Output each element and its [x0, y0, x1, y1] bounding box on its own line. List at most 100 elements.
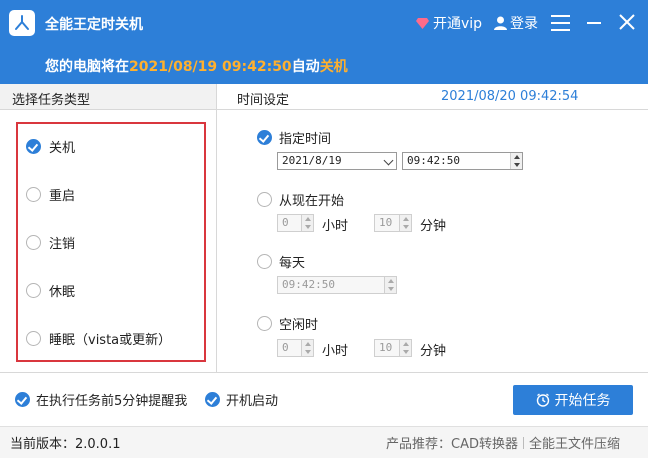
option-label: 从现在开始 [279, 194, 345, 209]
minutes-unit: 分钟 [420, 344, 447, 359]
arrow-up-icon[interactable] [514, 155, 520, 159]
idle-hours-input[interactable]: 0 [277, 339, 314, 357]
banner-prefix: 您的电脑将在 [45, 59, 129, 75]
hours-value: 0 [282, 341, 289, 354]
time-setting-header: 时间设定 2021/08/20 09:42:54 [217, 84, 648, 110]
file-compress-link[interactable]: 全能王文件压缩 [529, 437, 620, 452]
radio-unchecked-icon[interactable] [257, 254, 272, 269]
menu-icon[interactable] [551, 14, 570, 32]
radio-unchecked-icon[interactable] [26, 283, 41, 298]
arrow-down-icon[interactable] [305, 350, 311, 354]
shutdown-banner: 您的电脑将在2021/08/19 09:42:50自动关机 [0, 46, 648, 84]
gem-icon [416, 18, 429, 29]
autostart-label: 开机启动 [226, 394, 279, 409]
chevron-down-icon[interactable] [383, 155, 394, 166]
start-task-button[interactable]: 开始任务 [513, 385, 633, 415]
minutes-value: 10 [379, 216, 393, 229]
remind-checkbox[interactable]: 在执行任务前5分钟提醒我 [15, 390, 187, 409]
start-task-label: 开始任务 [554, 393, 611, 409]
footer: 当前版本：2.0.0.1 产品推荐：CAD转换器 全能王文件压缩 [0, 427, 648, 458]
hours-unit: 小时 [322, 344, 349, 359]
time-value: 09:42:50 [282, 278, 335, 291]
option-label: 每天 [279, 256, 306, 271]
radio-unchecked-icon[interactable] [257, 316, 272, 331]
current-time: 2021/08/20 09:42:54 [441, 89, 579, 104]
spin-buttons[interactable] [384, 277, 396, 293]
arrow-down-icon[interactable] [305, 225, 311, 229]
task-option-restart[interactable]: 重启 [26, 185, 75, 204]
hours-value: 0 [282, 216, 289, 229]
task-label: 关机 [49, 141, 76, 156]
autostart-checkbox[interactable]: 开机启动 [205, 390, 278, 409]
task-option-shutdown[interactable]: 关机 [26, 137, 75, 156]
checkbox-checked-icon[interactable] [15, 392, 30, 407]
time-value: 09:42:50 [407, 154, 460, 167]
option-label: 指定时间 [279, 132, 332, 147]
arrow-up-icon[interactable] [388, 279, 394, 283]
radio-unchecked-icon[interactable] [257, 192, 272, 207]
arrow-down-icon[interactable] [388, 287, 394, 291]
time-option-idle[interactable]: 空闲时 [257, 314, 318, 333]
app-logo-icon [9, 10, 35, 36]
arrow-down-icon[interactable] [514, 163, 520, 167]
task-option-hibernate[interactable]: 休眠 [26, 281, 75, 300]
radio-checked-icon[interactable] [257, 130, 272, 145]
minutes-value: 10 [379, 341, 393, 354]
time-setting-title: 时间设定 [237, 93, 290, 108]
user-icon [494, 16, 507, 30]
minutes-unit: 分钟 [420, 219, 447, 234]
date-picker[interactable]: 2021/8/19 [277, 152, 397, 170]
task-label: 重启 [49, 189, 76, 204]
radio-checked-icon[interactable] [26, 139, 41, 154]
checkbox-checked-icon[interactable] [205, 392, 220, 407]
time-option-from-now[interactable]: 从现在开始 [257, 190, 344, 209]
arrow-up-icon[interactable] [305, 217, 311, 221]
arrow-up-icon[interactable] [403, 342, 409, 346]
spin-buttons[interactable] [399, 215, 411, 231]
task-option-logoff[interactable]: 注销 [26, 233, 75, 252]
specific-time-input[interactable]: 09:42:50 [402, 152, 523, 170]
login-button[interactable]: 登录 [494, 13, 538, 33]
arrow-down-icon[interactable] [403, 225, 409, 229]
separator [0, 372, 648, 373]
task-label: 休眠 [49, 285, 76, 300]
task-option-sleep[interactable]: 睡眠（vista或更新） [26, 329, 171, 348]
remind-label: 在执行任务前5分钟提醒我 [36, 394, 188, 409]
vip-label: 开通vip [433, 16, 483, 32]
option-label: 空闲时 [279, 318, 319, 333]
banner-action: 关机 [319, 59, 348, 75]
radio-unchecked-icon[interactable] [26, 235, 41, 250]
app-title: 全能王定时关机 [45, 17, 143, 33]
version-label: 当前版本：2.0.0.1 [10, 437, 121, 452]
time-option-specific[interactable]: 指定时间 [257, 128, 331, 147]
radio-unchecked-icon[interactable] [26, 187, 41, 202]
spin-buttons[interactable] [301, 215, 313, 231]
arrow-up-icon[interactable] [403, 217, 409, 221]
banner-text: 您的电脑将在2021/08/19 09:42:50自动关机 [45, 56, 348, 76]
cad-converter-link[interactable]: CAD转换器 [451, 437, 518, 452]
arrow-down-icon[interactable] [403, 350, 409, 354]
close-icon[interactable] [619, 14, 635, 30]
time-option-daily[interactable]: 每天 [257, 252, 305, 271]
clock-icon [536, 393, 549, 407]
idle-minutes-input[interactable]: 10 [374, 339, 412, 357]
link-separator [523, 437, 524, 449]
daily-time-input[interactable]: 09:42:50 [277, 276, 397, 294]
spin-buttons[interactable] [399, 340, 411, 356]
arrow-up-icon[interactable] [305, 342, 311, 346]
hours-unit: 小时 [322, 219, 349, 234]
from-now-hours-input[interactable]: 0 [277, 214, 314, 232]
radio-unchecked-icon[interactable] [26, 331, 41, 346]
vip-button[interactable]: 开通vip [416, 13, 482, 33]
minimize-icon[interactable] [587, 22, 601, 24]
recommend-label: 产品推荐： [386, 437, 452, 452]
title-bar: 全能王定时关机 开通vip 登录 [0, 0, 648, 46]
task-label: 睡眠（vista或更新） [49, 333, 172, 348]
spin-buttons[interactable] [301, 340, 313, 356]
task-type-header: 选择任务类型 [0, 84, 216, 110]
from-now-minutes-input[interactable]: 10 [374, 214, 412, 232]
task-label: 注销 [49, 237, 76, 252]
spin-buttons[interactable] [510, 153, 522, 169]
date-value: 2021/8/19 [282, 154, 342, 167]
banner-datetime: 2021/08/19 09:42:50 [129, 59, 292, 75]
